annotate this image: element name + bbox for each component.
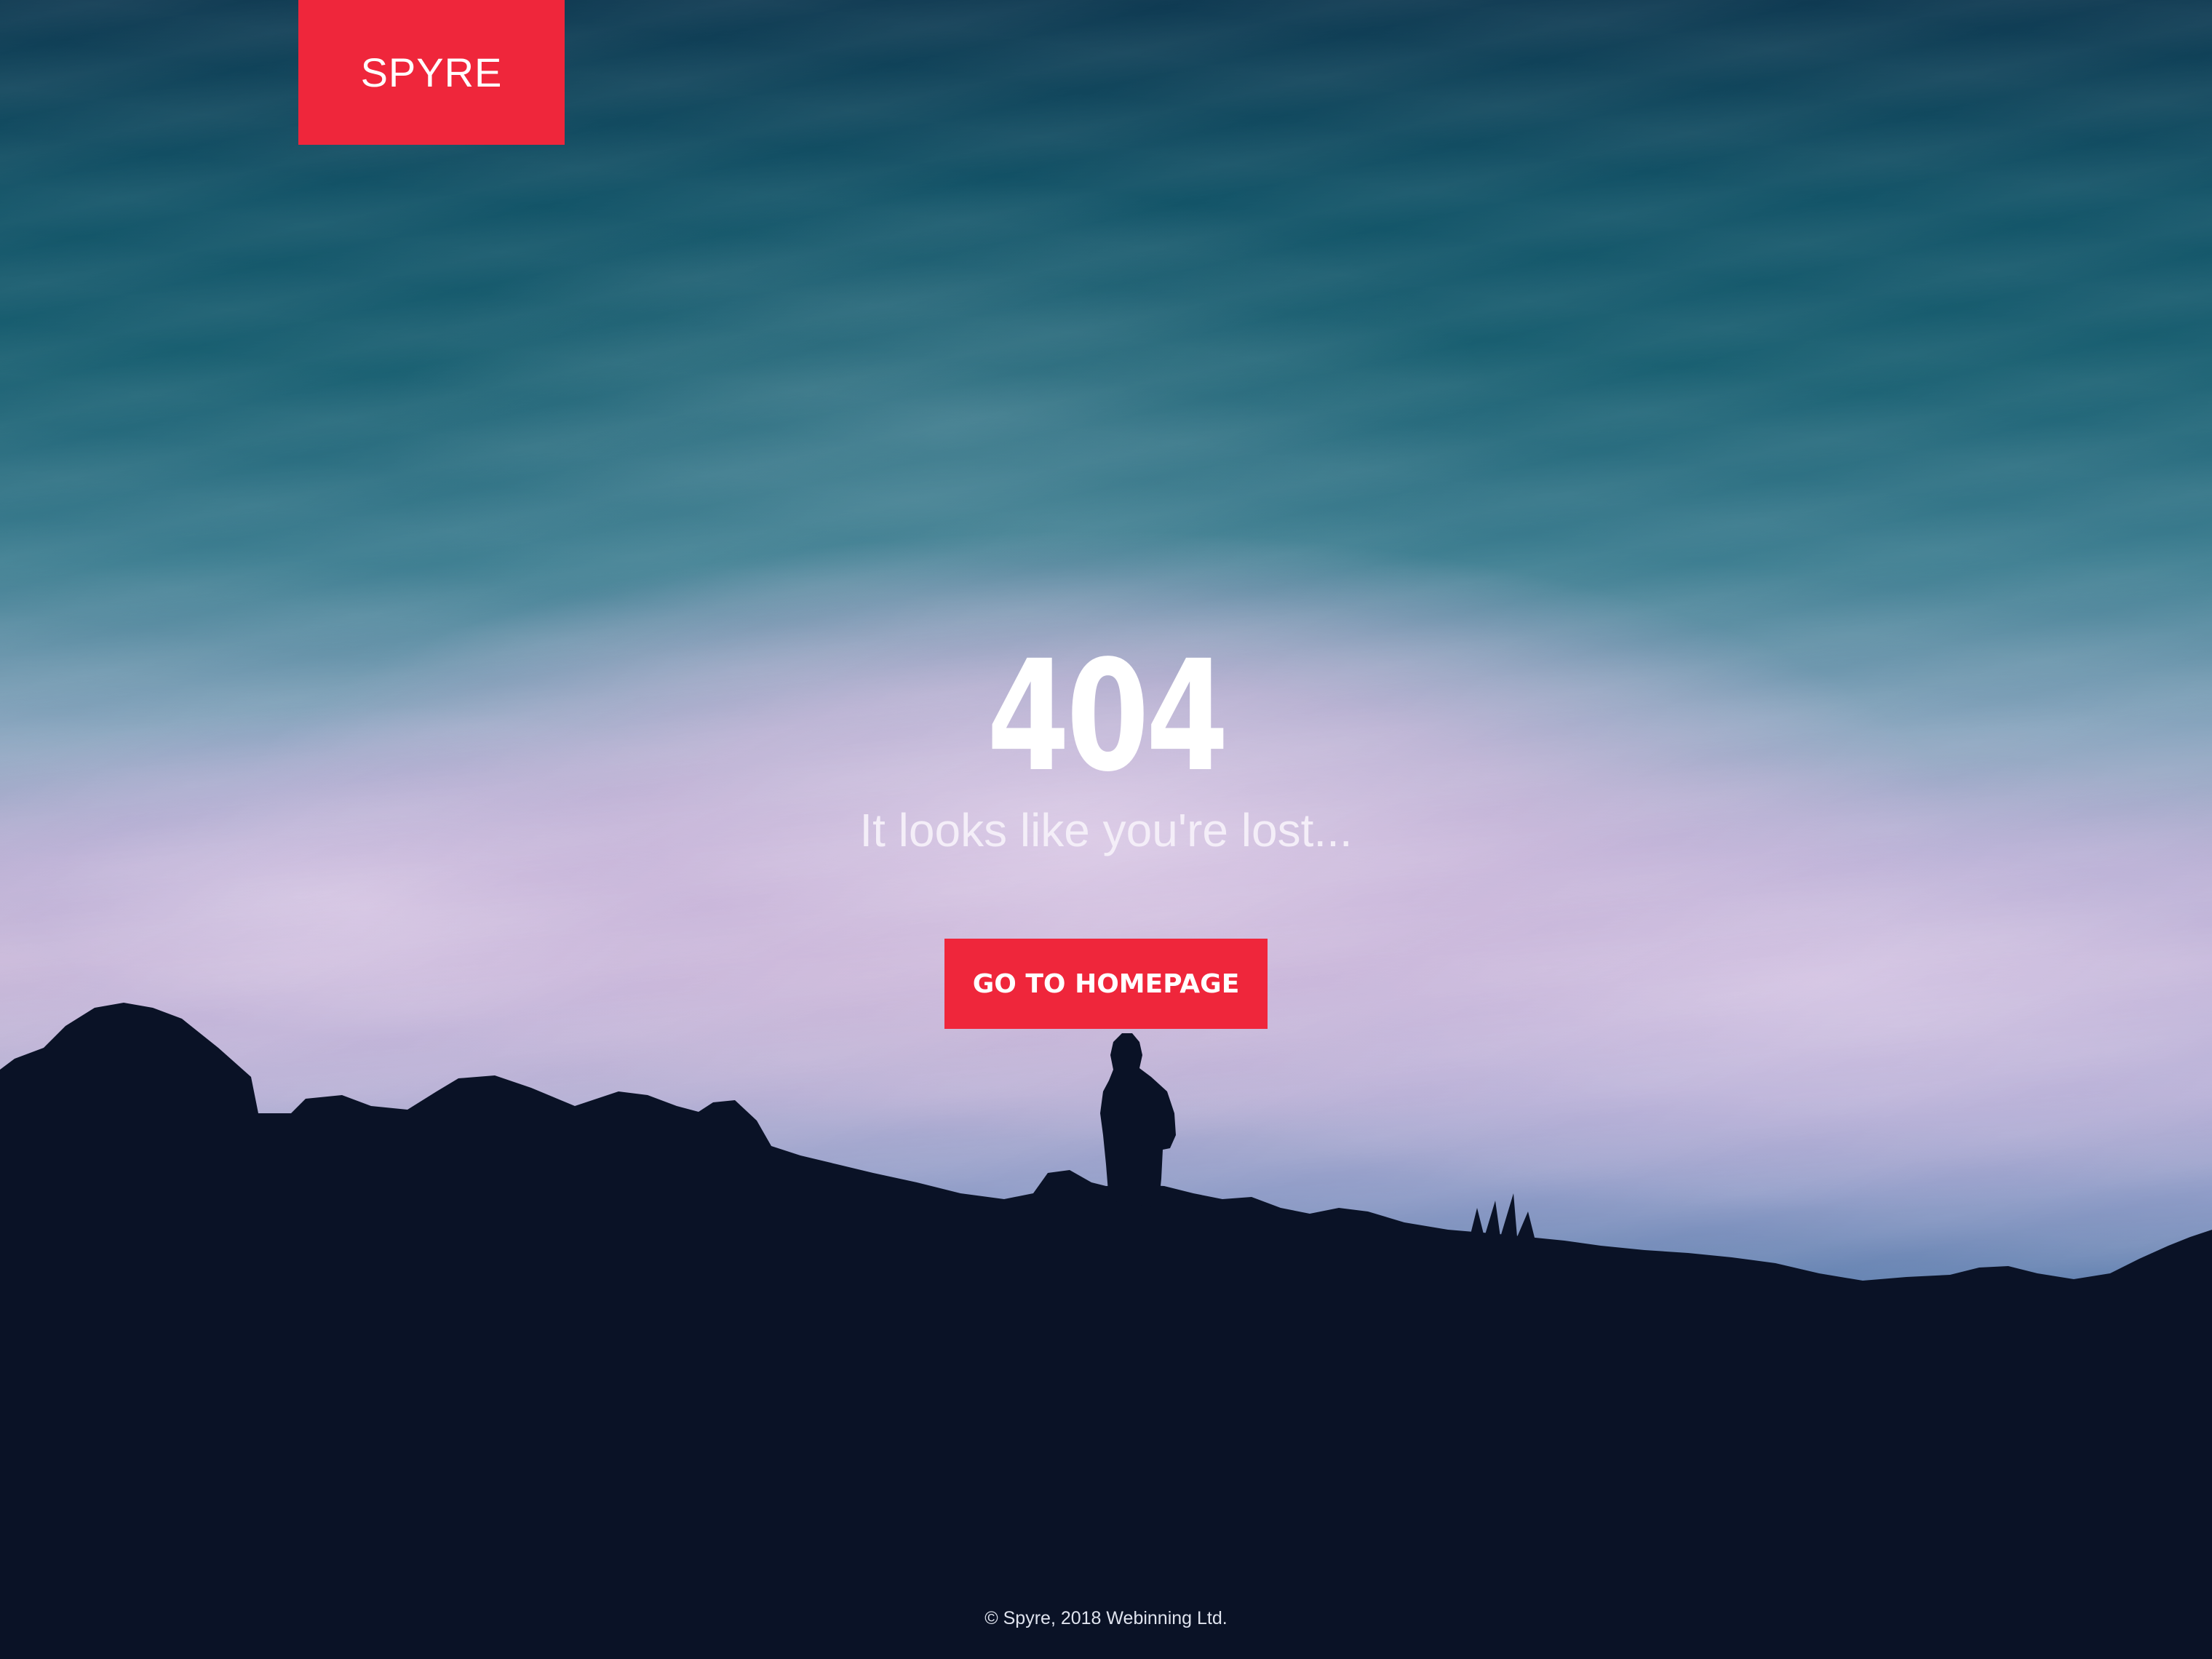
- error-code: 404: [987, 627, 1229, 805]
- error-hero: 404 It looks like you're lost...: [0, 640, 2212, 857]
- go-to-homepage-button[interactable]: GO TO HOMEPAGE: [944, 939, 1268, 1029]
- footer-copyright: © Spyre, 2018 Webinning Ltd.: [984, 1608, 1228, 1628]
- error-page: SPYRE 404 It looks like you're lost... G…: [0, 0, 2212, 1659]
- error-message: It looks like you're lost...: [859, 804, 1353, 856]
- logo-link[interactable]: SPYRE: [298, 0, 565, 145]
